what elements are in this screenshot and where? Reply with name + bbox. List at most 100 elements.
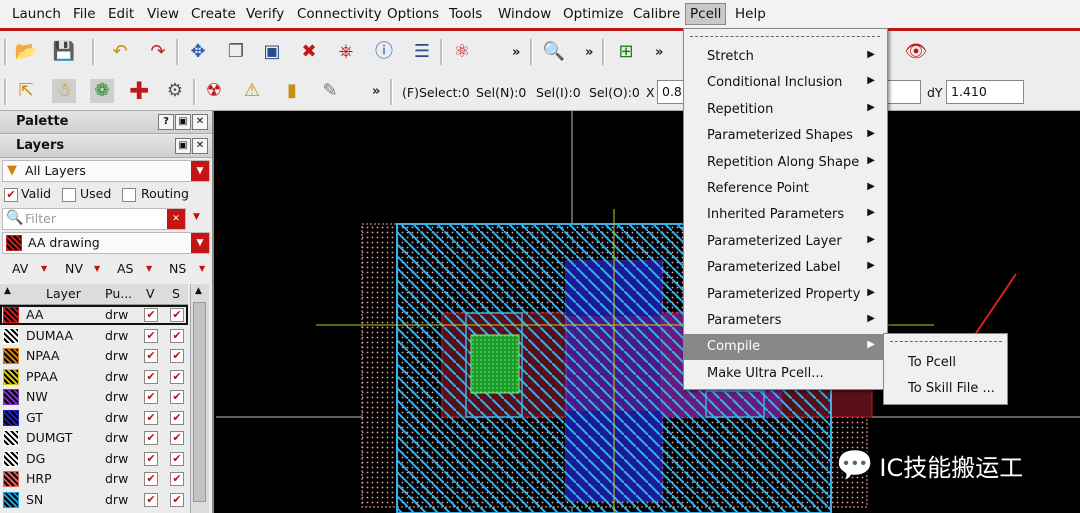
pcell-menu-item[interactable]: Parameterized Label ▶ xyxy=(684,255,887,281)
stretch-icon[interactable]: ▣ xyxy=(260,40,284,64)
chevron-down-icon[interactable]: ▼ xyxy=(41,264,47,273)
sort-icon[interactable]: ▲ xyxy=(4,286,11,296)
selectable-checkbox[interactable]: ✔ xyxy=(170,431,184,445)
select-icon[interactable]: ⇱ xyxy=(14,79,38,103)
selectable-checkbox[interactable]: ✔ xyxy=(170,349,184,363)
column-visible[interactable]: V xyxy=(146,286,155,301)
visible-checkbox[interactable]: ✔ xyxy=(144,369,158,384)
layer-row[interactable]: NPAA drw ✔ ✔ xyxy=(0,346,188,366)
rotate-icon[interactable]: ⎈ xyxy=(334,40,358,64)
valid-checkbox[interactable]: ✔ xyxy=(4,188,18,202)
menu-edit[interactable]: Edit xyxy=(108,6,134,22)
toolbar-overflow[interactable]: » xyxy=(585,45,593,60)
pcell-menu-item[interactable]: Inherited Parameters ▶ xyxy=(684,202,887,228)
pcell-menu-item[interactable]: Conditional Inclusion ▶ xyxy=(684,70,887,96)
tear-off-line[interactable] xyxy=(690,36,880,37)
delete-icon[interactable]: ✖ xyxy=(297,40,321,64)
menu-help[interactable]: Help xyxy=(735,6,766,22)
drc-icon[interactable]: ☢ xyxy=(202,79,226,103)
layer-set-select[interactable]: ▼ All Layers ▼ xyxy=(2,160,210,182)
float-icon[interactable]: ▣ xyxy=(175,114,191,130)
none-visible-button[interactable]: NV xyxy=(65,261,83,276)
visible-checkbox[interactable]: ✔ xyxy=(144,328,158,343)
menu-create[interactable]: Create xyxy=(191,6,236,22)
align-icon[interactable]: ☰ xyxy=(410,40,434,64)
scroll-thumb[interactable] xyxy=(193,302,206,502)
filter-input[interactable]: 🔍 Filter ✕ xyxy=(2,208,186,230)
warning-icon[interactable]: ⚠ xyxy=(240,79,264,103)
toolbar-overflow[interactable]: » xyxy=(655,45,663,60)
to-skill-file-item[interactable]: To Skill File ... xyxy=(908,381,995,396)
layer-row[interactable]: DUMGT drw ✔ ✔ xyxy=(0,428,188,448)
visible-checkbox[interactable]: ✔ xyxy=(144,431,158,445)
visible-checkbox[interactable]: ✔ xyxy=(144,472,158,486)
layer-table-scrollbar[interactable]: ▲ xyxy=(190,284,209,513)
selectable-checkbox[interactable]: ✔ xyxy=(170,390,184,404)
pcell-menu-item[interactable]: Make Ultra Pcell... xyxy=(684,361,887,387)
menu-view[interactable]: View xyxy=(147,6,179,22)
layer-row[interactable]: DG drw ✔ ✔ xyxy=(0,449,188,469)
visible-checkbox[interactable]: ✔ xyxy=(144,410,158,425)
layout-canvas[interactable]: 💬 IC技能搬运工 xyxy=(216,111,1080,513)
dx-field[interactable] xyxy=(887,80,921,104)
menu-calibre[interactable]: Calibre xyxy=(633,6,680,22)
scroll-up-icon[interactable]: ▲ xyxy=(195,286,202,296)
redo-icon[interactable]: ↷ xyxy=(146,40,170,64)
snap-icon[interactable]: ❁ xyxy=(90,79,114,103)
contact-shape[interactable] xyxy=(470,334,520,394)
menu-options[interactable]: Options xyxy=(387,6,439,22)
pcell-menu-item[interactable]: Reference Point ▶ xyxy=(684,176,887,202)
hierarchy-icon[interactable]: ⚛ xyxy=(450,40,474,64)
visible-checkbox[interactable]: ✔ xyxy=(144,492,158,507)
move-icon[interactable]: ✥ xyxy=(186,40,210,64)
layer-row[interactable]: GT drw ✔ ✔ xyxy=(0,408,188,428)
pcell-menu-item[interactable]: Stretch ▶ xyxy=(684,44,887,70)
close-icon[interactable]: ✕ xyxy=(192,114,208,130)
layer-row[interactable]: NW drw ✔ ✔ xyxy=(0,387,188,407)
menu-tools[interactable]: Tools xyxy=(449,6,482,22)
selectable-checkbox[interactable]: ✔ xyxy=(170,328,184,343)
column-layer[interactable]: Layer xyxy=(46,286,81,301)
clear-filter-icon[interactable]: ✕ xyxy=(167,209,185,229)
float-icon[interactable]: ▣ xyxy=(175,138,191,154)
chevron-down-icon[interactable]: ▼ xyxy=(146,264,152,273)
chevron-down-icon[interactable]: ▼ xyxy=(199,264,205,273)
selectable-checkbox[interactable]: ✔ xyxy=(170,308,184,322)
partial-select-icon[interactable]: ☃ xyxy=(52,79,76,103)
selectable-checkbox[interactable]: ✔ xyxy=(170,369,184,384)
pcell-menu-item[interactable]: Parameterized Layer ▶ xyxy=(684,229,887,255)
tear-off-line[interactable] xyxy=(890,341,1002,342)
toolbar-overflow[interactable]: » xyxy=(372,84,380,99)
menu-window[interactable]: Window xyxy=(498,6,551,22)
selectable-checkbox[interactable]: ✔ xyxy=(170,472,184,486)
chevron-down-icon[interactable]: ▼ xyxy=(94,264,100,273)
menu-launch[interactable]: Launch xyxy=(12,6,61,22)
layer-row[interactable]: HRP drw ✔ ✔ xyxy=(0,469,188,489)
visible-checkbox[interactable]: ✔ xyxy=(144,451,158,466)
marker-icon[interactable]: ▮ xyxy=(280,79,304,103)
column-selectable[interactable]: S xyxy=(172,286,180,301)
dy-field[interactable]: 1.410 xyxy=(946,80,1024,104)
view-icon[interactable]: 👁 xyxy=(904,40,928,64)
layer-row[interactable]: DUMAA drw ✔ ✔ xyxy=(0,326,188,346)
menu-pcell[interactable]: Pcell xyxy=(685,3,727,25)
zoom-icon[interactable]: 🔍 xyxy=(542,40,566,64)
close-icon[interactable]: ✕ xyxy=(192,138,208,154)
pcell-menu-item[interactable]: Parameterized Shapes ▶ xyxy=(684,123,887,149)
layer-row[interactable]: SN drw ✔ ✔ xyxy=(0,490,188,510)
pcell-menu-item[interactable]: Compile ▶ xyxy=(684,334,887,361)
copy-icon[interactable]: ❐ xyxy=(224,40,248,64)
menu-optimize[interactable]: Optimize xyxy=(563,6,624,22)
open-folder-icon[interactable]: 📂 xyxy=(14,40,38,64)
selectable-checkbox[interactable]: ✔ xyxy=(170,492,184,507)
column-purpose[interactable]: Pu... xyxy=(105,286,132,301)
pcell-menu-item[interactable]: Repetition Along Shape ▶ xyxy=(684,150,887,176)
selectable-checkbox[interactable]: ✔ xyxy=(170,451,184,466)
create-instance-icon[interactable]: ⊞ xyxy=(614,40,638,64)
all-selectable-button[interactable]: AS xyxy=(117,261,134,276)
toolbar-overflow[interactable]: » xyxy=(512,45,520,60)
current-layer-select[interactable]: AA drawing ▼ xyxy=(2,232,210,254)
x-coordinate-field[interactable]: 0.8 xyxy=(657,80,685,104)
chevron-down-icon[interactable]: ▼ xyxy=(193,212,200,222)
visible-checkbox[interactable]: ✔ xyxy=(144,349,158,363)
